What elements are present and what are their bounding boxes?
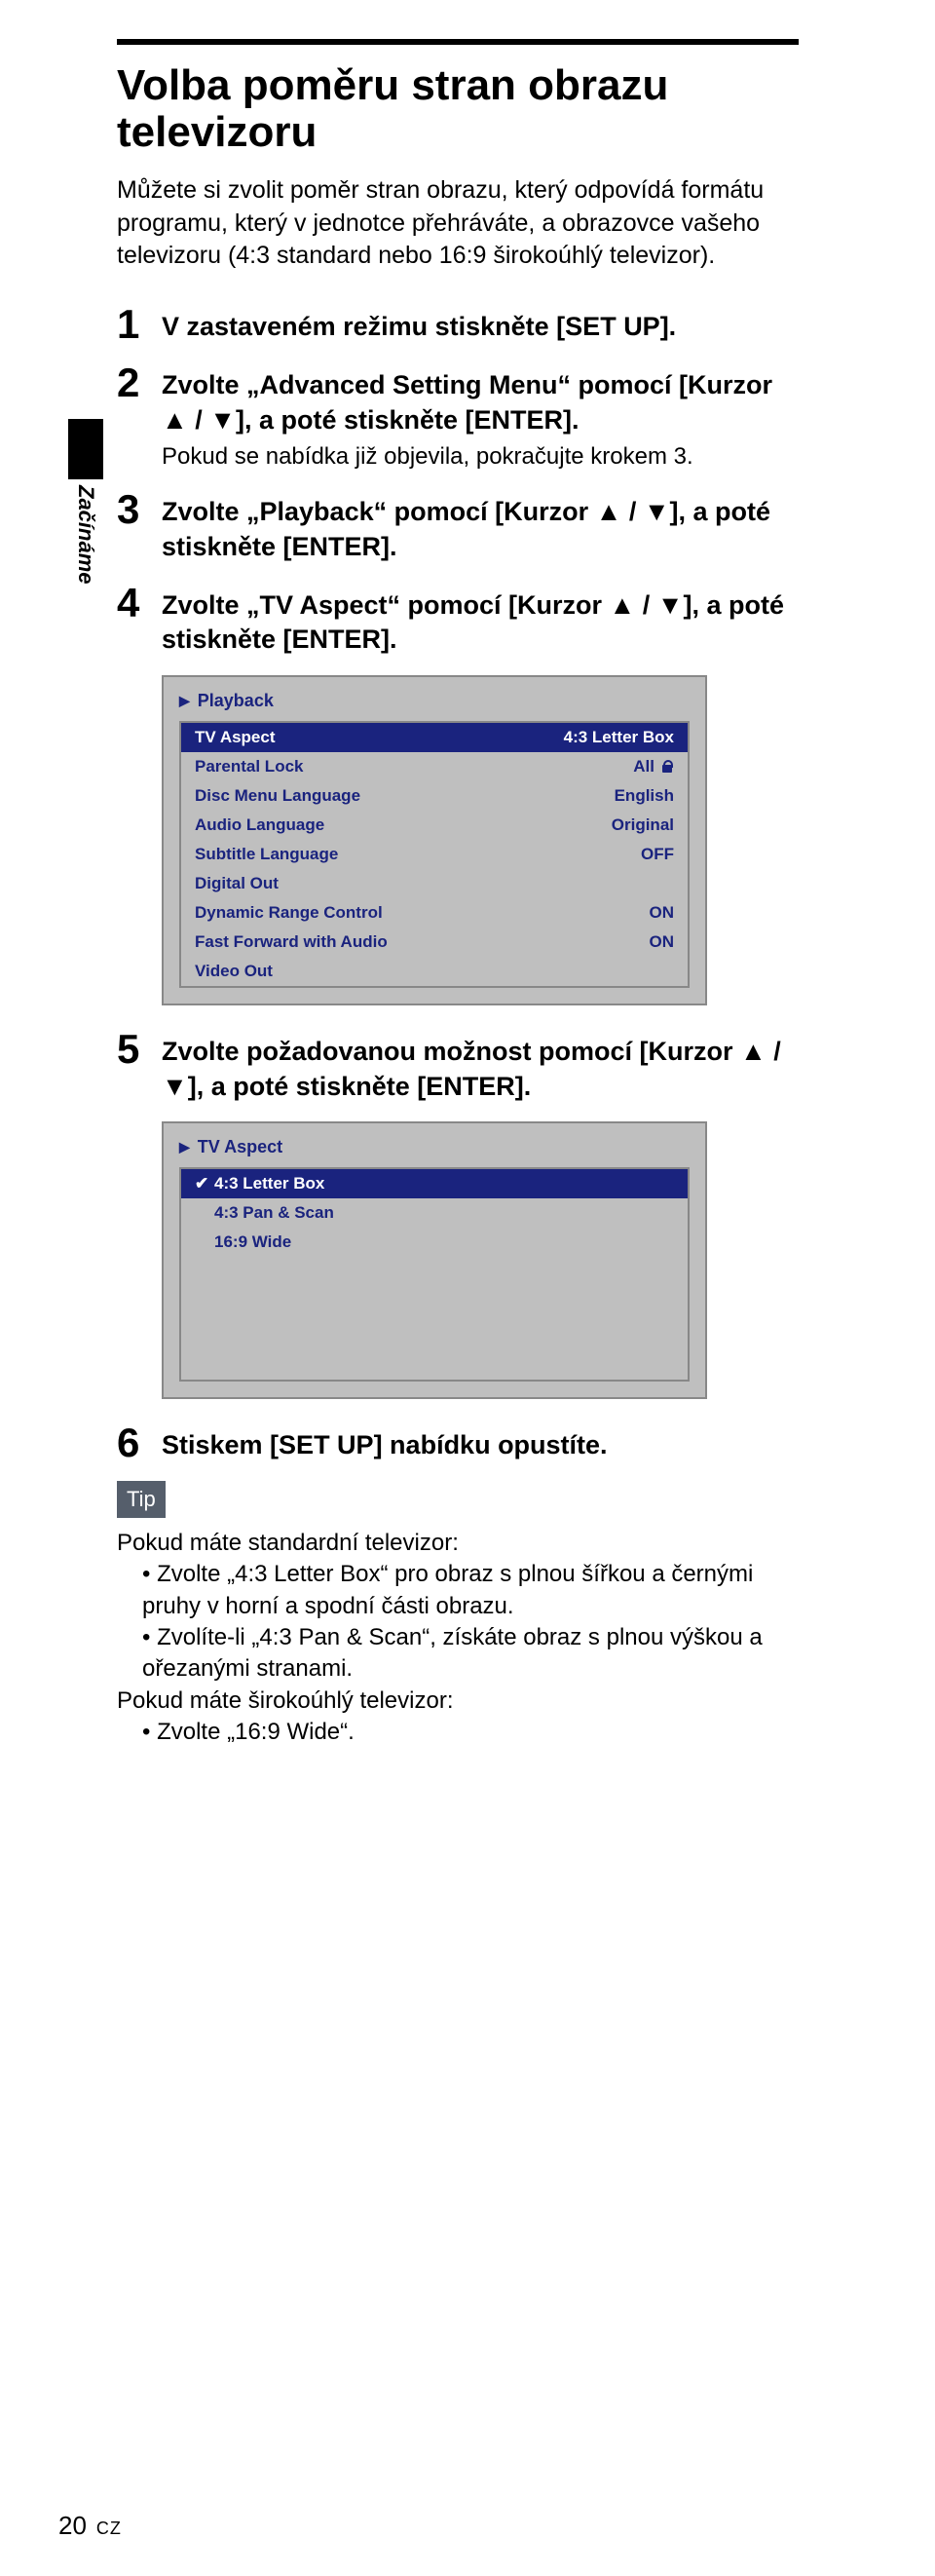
intro-text: Můžete si zvolit poměr stran obrazu, kte… [117, 174, 799, 273]
menu-title-text: Playback [198, 691, 274, 711]
tip-block: Tip Pokud máte standardní televizor: Zvo… [117, 1481, 799, 1748]
menu-row-parental-lock[interactable]: Parental Lock All [181, 752, 688, 781]
menu-label: Audio Language [195, 815, 324, 835]
step-text: V zastaveném režimu stiskněte [SET UP]. [162, 304, 676, 345]
menu-value: All [633, 757, 674, 777]
step-text: Zvolte požadovanou možnost pomocí [Kurzo… [162, 1029, 799, 1104]
menu-row-tv-aspect[interactable]: TV Aspect 4:3 Letter Box [181, 723, 688, 752]
option-wrap: ✔16:9 Wide [195, 1232, 291, 1252]
page-footer: 20 CZ [58, 2511, 122, 2541]
menu-row-audio-language[interactable]: Audio Language Original [181, 811, 688, 840]
side-tab-marker [68, 419, 103, 479]
menu-value: ON [650, 932, 675, 952]
tip-line: Pokud máte standardní televizor: [117, 1528, 799, 1559]
menu-label: Parental Lock [195, 757, 304, 777]
menu-label: Dynamic Range Control [195, 903, 383, 923]
step-text: Stiskem [SET UP] nabídku opustíte. [162, 1422, 608, 1463]
top-rule [117, 39, 799, 45]
menu-option-wide[interactable]: ✔16:9 Wide [181, 1228, 688, 1257]
menu-title: ▶ Playback [179, 691, 690, 711]
option-label: 16:9 Wide [214, 1232, 291, 1251]
option-wrap: ✔4:3 Letter Box [195, 1174, 324, 1193]
tip-line: Pokud máte širokoúhlý televizor: [117, 1686, 799, 1717]
menu-row-digital-out[interactable]: Digital Out [181, 869, 688, 898]
menu-inner: TV Aspect 4:3 Letter Box Parental Lock A… [179, 721, 690, 988]
tip-badge: Tip [117, 1481, 166, 1518]
menu-title: ▶ TV Aspect [179, 1137, 690, 1157]
step-3: 3 Zvolte „Playback“ pomocí [Kurzor ▲ / ▼… [117, 489, 799, 564]
side-tab: Začínáme [68, 419, 103, 585]
option-wrap: ✔4:3 Pan & Scan [195, 1203, 334, 1223]
step-6: 6 Stiskem [SET UP] nabídku opustíte. [117, 1422, 799, 1463]
step-number: 3 [117, 489, 162, 530]
page-title: Volba poměru stran obrazu televizoru [117, 62, 799, 157]
menu-option-panscan[interactable]: ✔4:3 Pan & Scan [181, 1198, 688, 1228]
step-text: Zvolte „Advanced Setting Menu“ pomocí [K… [162, 362, 799, 472]
menu-row-disc-menu-language[interactable]: Disc Menu Language English [181, 781, 688, 811]
step-4: 4 Zvolte „TV Aspect“ pomocí [Kurzor ▲ / … [117, 583, 799, 658]
menu-title-text: TV Aspect [198, 1137, 282, 1157]
tip-bullet: Zvolíte-li „4:3 Pan & Scan“, získáte obr… [142, 1622, 799, 1686]
menu-label: Digital Out [195, 874, 279, 893]
page-number: 20 [58, 2511, 87, 2541]
play-icon: ▶ [179, 693, 190, 709]
option-label: 4:3 Letter Box [214, 1174, 324, 1193]
menu-row-ff-audio[interactable]: Fast Forward with Audio ON [181, 928, 688, 957]
menu-row-dynamic-range[interactable]: Dynamic Range Control ON [181, 898, 688, 928]
menu-label: Fast Forward with Audio [195, 932, 388, 952]
menu-value: OFF [641, 845, 674, 864]
menu-label: Video Out [195, 962, 273, 981]
step-number: 5 [117, 1029, 162, 1070]
menu-value: ON [650, 903, 675, 923]
step-number: 4 [117, 583, 162, 624]
step-5: 5 Zvolte požadovanou možnost pomocí [Kur… [117, 1029, 799, 1104]
menu-value: Original [612, 815, 674, 835]
menu-value-text: All [633, 757, 654, 777]
play-icon: ▶ [179, 1139, 190, 1155]
step-text: Zvolte „Playback“ pomocí [Kurzor ▲ / ▼],… [162, 489, 799, 564]
menu-inner: ✔4:3 Letter Box ✔4:3 Pan & Scan ✔16:9 Wi… [179, 1167, 690, 1382]
tip-bullet: Zvolte „4:3 Letter Box“ pro obraz s plno… [142, 1559, 799, 1622]
tv-aspect-menu: ▶ TV Aspect ✔4:3 Letter Box ✔4:3 Pan & S… [162, 1121, 707, 1399]
side-tab-label: Začínáme [73, 485, 98, 585]
menu-label: Disc Menu Language [195, 786, 360, 806]
step-text: Zvolte „TV Aspect“ pomocí [Kurzor ▲ / ▼]… [162, 583, 799, 658]
playback-menu: ▶ Playback TV Aspect 4:3 Letter Box Pare… [162, 675, 707, 1005]
menu-label: Subtitle Language [195, 845, 338, 864]
step-1: 1 V zastaveném režimu stiskněte [SET UP]… [117, 304, 799, 345]
option-label: 4:3 Pan & Scan [214, 1203, 334, 1222]
menu-value: English [615, 786, 674, 806]
step-number: 6 [117, 1422, 162, 1463]
steps-list: 1 V zastaveném režimu stiskněte [SET UP]… [117, 304, 799, 1463]
tip-bullet: Zvolte „16:9 Wide“. [142, 1717, 799, 1748]
menu-row-subtitle-language[interactable]: Subtitle Language OFF [181, 840, 688, 869]
check-icon: ✔ [195, 1174, 210, 1193]
step-note: Pokud se nabídka již objevila, pokračujt… [162, 441, 799, 472]
step-main: Zvolte „Advanced Setting Menu“ pomocí [K… [162, 370, 772, 435]
step-2: 2 Zvolte „Advanced Setting Menu“ pomocí … [117, 362, 799, 472]
menu-option-letterbox[interactable]: ✔4:3 Letter Box [181, 1169, 688, 1198]
menu-row-video-out[interactable]: Video Out [181, 957, 688, 986]
step-number: 2 [117, 362, 162, 403]
lock-icon [660, 760, 674, 774]
page-lang: CZ [96, 2519, 122, 2539]
menu-value: 4:3 Letter Box [564, 728, 674, 747]
step-number: 1 [117, 304, 162, 345]
menu-label: TV Aspect [195, 728, 276, 747]
